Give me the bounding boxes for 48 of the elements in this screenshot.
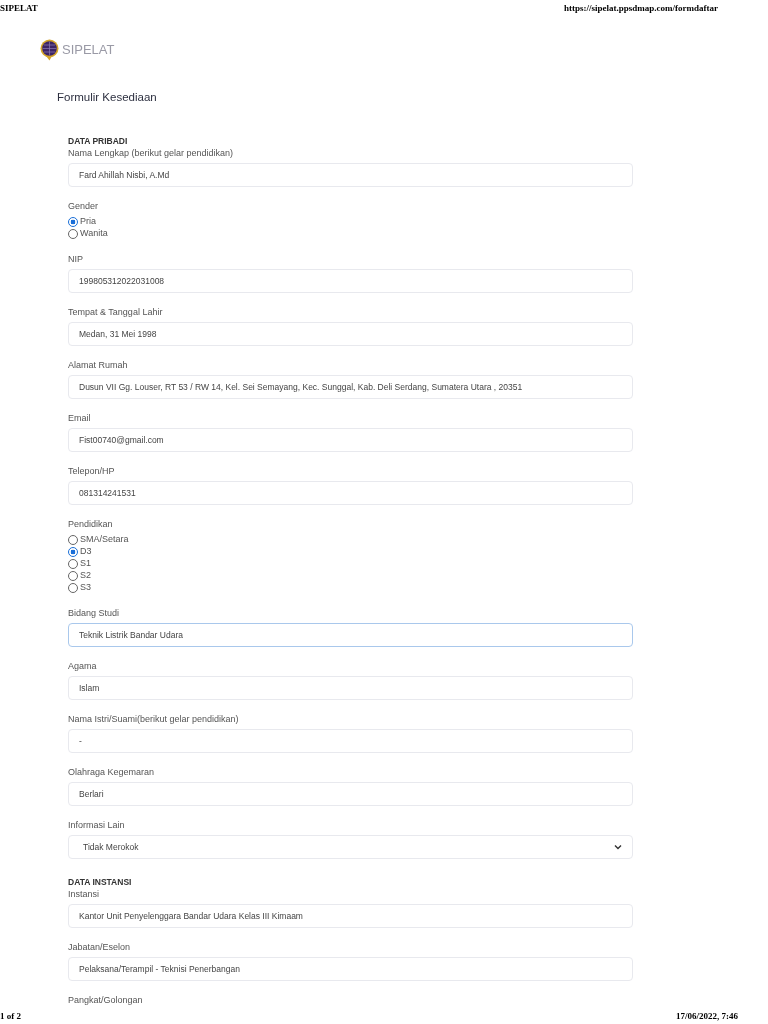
input-field[interactable]: 081314241531: [68, 481, 633, 505]
radio-button[interactable]: [68, 547, 78, 557]
field-label: Informasi Lain: [68, 819, 126, 831]
input-field[interactable]: Pelaksana/Terampil - Teknisi Penerbangan: [68, 957, 633, 981]
field-label: Nama Istri/Suami(berikut gelar pendidikan): [68, 713, 240, 725]
print-url: https://sipelat.ppsdmap.com/formdaftar: [564, 2, 718, 14]
input-field[interactable]: -: [68, 729, 633, 753]
field-label: Bidang Studi: [68, 607, 121, 619]
input-field[interactable]: Medan, 31 Mei 1998: [68, 322, 633, 346]
logo-text: SIPELAT: [62, 40, 115, 59]
section-heading: DATA INSTANSI: [68, 876, 133, 888]
logo-icon: [40, 38, 59, 61]
radio-label: Pria: [80, 215, 96, 229]
radio-label: S2: [80, 569, 91, 583]
radio-label: S3: [80, 581, 91, 595]
radio-label: SMA/Setara: [80, 533, 129, 547]
radio-label: S1: [80, 557, 91, 571]
input-field[interactable]: Teknik Listrik Bandar Udara: [68, 623, 633, 647]
input-field[interactable]: Berlari: [68, 782, 633, 806]
field-label: Agama: [68, 660, 98, 672]
radio-button[interactable]: [68, 217, 78, 227]
field-label: Gender: [68, 200, 100, 212]
field-label: Pangkat/Golongan: [68, 994, 144, 1006]
radio-label: Wanita: [80, 227, 108, 241]
page-number: 1 of 2: [0, 1010, 21, 1022]
input-field[interactable]: Fist00740@gmail.com: [68, 428, 633, 452]
input-field[interactable]: Dusun VII Gg. Louser, RT 53 / RW 14, Kel. Sei Semayang, Kec. Sunggal, Kab. Deli Serdang, Sumatera Utara , 20351: [68, 375, 633, 399]
section-heading: DATA PRIBADI: [68, 135, 129, 147]
select-field[interactable]: Tidak Merokok: [68, 835, 633, 859]
radio-label: D3: [80, 545, 92, 559]
field-label: Nama Lengkap (berikut gelar pendidikan): [68, 147, 235, 159]
field-label: Instansi: [68, 888, 101, 900]
input-field[interactable]: Islam: [68, 676, 633, 700]
input-field[interactable]: 199805312022031008: [68, 269, 633, 293]
field-label: Alamat Rumah: [68, 359, 129, 371]
field-label: NIP: [68, 253, 84, 265]
input-field[interactable]: Kantor Unit Penyelenggara Bandar Udara Kelas III Kimaam: [68, 904, 633, 928]
chevron-icon: [614, 844, 622, 850]
field-label: Telepon/HP: [68, 465, 116, 477]
print-datetime: 17/06/2022, 7:46: [676, 1010, 738, 1022]
field-label: Pendidikan: [68, 518, 114, 530]
input-field[interactable]: Fard Ahillah Nisbi, A.Md: [68, 163, 633, 187]
field-label: Olahraga Kegemaran: [68, 766, 156, 778]
field-label: Tempat & Tanggal Lahir: [68, 306, 164, 318]
form-title: Formulir Kesediaan: [56, 90, 158, 105]
field-label: Jabatan/Eselon: [68, 941, 132, 953]
print-title: SIPELAT: [0, 2, 38, 14]
field-label: Email: [68, 412, 92, 424]
